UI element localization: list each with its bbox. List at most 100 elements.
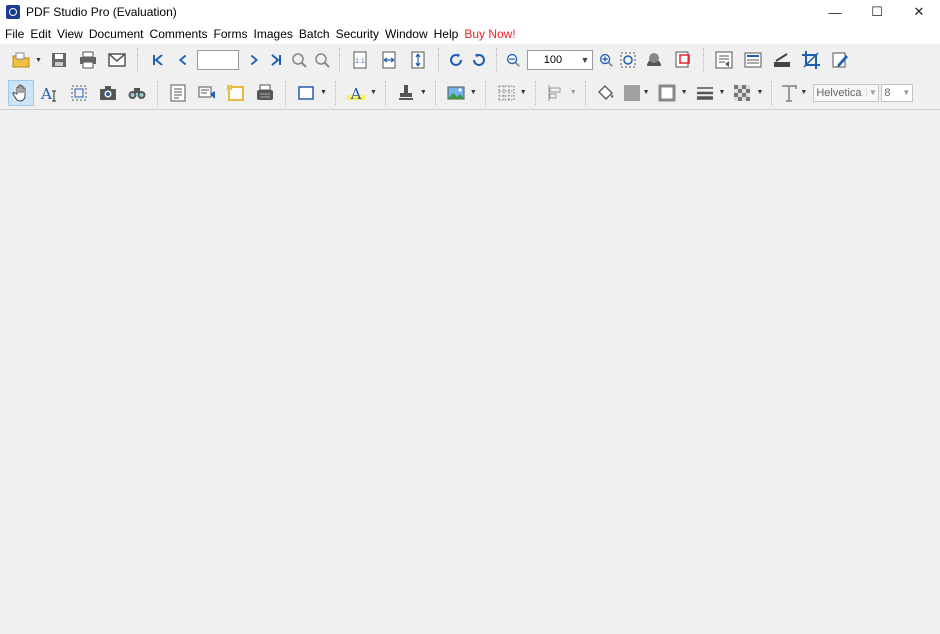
actual-size-button[interactable]: 1:1 bbox=[347, 47, 373, 73]
rectangle-tool-button[interactable] bbox=[293, 80, 319, 106]
highlight-tool-button[interactable]: A bbox=[343, 80, 369, 106]
sticky-note-tool-button[interactable] bbox=[223, 80, 249, 106]
save-button[interactable] bbox=[46, 47, 72, 73]
rotate-counterclockwise-button[interactable] bbox=[469, 47, 489, 73]
crop-button[interactable] bbox=[798, 47, 824, 73]
toolbar-separator bbox=[136, 48, 138, 72]
open-folder-icon bbox=[12, 52, 30, 68]
hand-tool-button[interactable] bbox=[8, 79, 34, 106]
align-dropdown-caret[interactable]: ▼ bbox=[570, 89, 577, 96]
menu-forms[interactable]: Forms bbox=[211, 24, 251, 44]
line-width-button[interactable] bbox=[692, 80, 718, 106]
stamp-dropdown-caret[interactable]: ▼ bbox=[420, 89, 427, 96]
next-view-button[interactable] bbox=[312, 47, 332, 73]
menu-view[interactable]: View bbox=[54, 24, 86, 44]
text-select-tool-button[interactable]: A bbox=[37, 80, 63, 106]
page-number-input[interactable] bbox=[196, 50, 239, 70]
edit-document-icon bbox=[832, 52, 848, 68]
toolbar-separator bbox=[437, 48, 439, 72]
scanner-button[interactable] bbox=[769, 47, 795, 73]
last-page-icon bbox=[271, 54, 281, 66]
open-dropdown-caret[interactable]: ▼ bbox=[35, 57, 42, 64]
image-dropdown-caret[interactable]: ▼ bbox=[470, 89, 477, 96]
previous-page-button[interactable] bbox=[174, 47, 192, 73]
email-button[interactable] bbox=[104, 47, 130, 73]
svg-text:A: A bbox=[40, 85, 52, 103]
menu-window[interactable]: Window bbox=[382, 24, 431, 44]
font-size-combo[interactable]: 8 ▼ bbox=[881, 83, 914, 102]
chevron-down-icon[interactable]: ▼ bbox=[900, 88, 912, 97]
first-page-button[interactable] bbox=[145, 47, 171, 73]
fill-color-swatch[interactable] bbox=[622, 80, 642, 106]
menu-security[interactable]: Security bbox=[333, 24, 382, 44]
menu-help[interactable]: Help bbox=[431, 24, 462, 44]
line-width-dropdown-caret[interactable]: ▼ bbox=[719, 89, 726, 96]
next-page-button[interactable] bbox=[245, 47, 263, 73]
pan-zoom-icon bbox=[675, 51, 690, 68]
border-color-button[interactable] bbox=[654, 80, 680, 106]
text-format-icon bbox=[782, 84, 798, 102]
previous-view-button[interactable] bbox=[289, 47, 309, 73]
font-tool-button[interactable] bbox=[779, 80, 799, 106]
fit-width-button[interactable] bbox=[376, 47, 402, 73]
minimize-button[interactable]: — bbox=[814, 0, 856, 24]
shape-dropdown-caret[interactable]: ▼ bbox=[320, 89, 327, 96]
fit-page-button[interactable] bbox=[405, 47, 431, 73]
text-box-tool-button[interactable] bbox=[194, 80, 220, 106]
menu-batch[interactable]: Batch bbox=[296, 24, 333, 44]
form-fields-icon bbox=[744, 52, 762, 68]
menu-document[interactable]: Document bbox=[86, 24, 147, 44]
edit-content-button[interactable] bbox=[827, 47, 853, 73]
chevron-down-icon[interactable]: ▼ bbox=[866, 88, 878, 97]
font-name-combo[interactable]: Helvetica ▼ bbox=[813, 83, 880, 102]
print-button[interactable] bbox=[75, 47, 101, 73]
opacity-dropdown-caret[interactable]: ▼ bbox=[756, 89, 763, 96]
toolbar-separator bbox=[157, 80, 158, 105]
rotate-clockwise-button[interactable] bbox=[446, 47, 466, 73]
typewriter-icon bbox=[257, 84, 273, 100]
zoom-level-value: 100 bbox=[543, 54, 563, 66]
pdf-studio-app-icon bbox=[6, 5, 20, 19]
menu-edit[interactable]: Edit bbox=[27, 24, 54, 44]
zoom-level-combo[interactable]: 100 ▼ bbox=[526, 50, 593, 70]
last-page-button[interactable] bbox=[266, 47, 286, 73]
menu-comments[interactable]: Comments bbox=[147, 24, 211, 44]
menu-file[interactable]: File bbox=[2, 24, 27, 44]
open-folder-button[interactable] bbox=[8, 47, 34, 73]
magnifier-back-icon bbox=[292, 53, 307, 68]
stamp-tool-button[interactable] bbox=[393, 80, 419, 106]
zoom-in-button[interactable] bbox=[597, 47, 615, 73]
maximize-button[interactable]: ☐ bbox=[856, 0, 898, 24]
search-button[interactable] bbox=[124, 80, 150, 106]
menu-buy-now[interactable]: Buy Now! bbox=[461, 24, 518, 44]
marquee-zoom-button[interactable] bbox=[618, 47, 638, 73]
rectangle-icon bbox=[298, 85, 314, 100]
marquee-zoom-icon bbox=[620, 52, 636, 68]
typewriter-tool-button[interactable] bbox=[252, 80, 278, 106]
image-tool-button[interactable] bbox=[443, 80, 469, 106]
snapshot-button[interactable] bbox=[95, 80, 121, 106]
border-color-dropdown-caret[interactable]: ▼ bbox=[681, 89, 688, 96]
document-workspace[interactable] bbox=[0, 111, 940, 634]
align-button[interactable] bbox=[543, 80, 569, 106]
opacity-button[interactable] bbox=[729, 80, 755, 106]
fill-color-button[interactable] bbox=[593, 80, 619, 106]
menu-images[interactable]: Images bbox=[251, 24, 296, 44]
grid-tool-button[interactable] bbox=[493, 80, 519, 106]
zoom-out-button[interactable] bbox=[504, 47, 522, 73]
close-button[interactable]: ✕ bbox=[898, 0, 940, 24]
markup-dropdown-caret[interactable]: ▼ bbox=[370, 89, 377, 96]
form-fields-button[interactable] bbox=[740, 47, 766, 73]
split-document-button[interactable] bbox=[711, 47, 737, 73]
loupe-button[interactable] bbox=[641, 47, 667, 73]
note-tool-button[interactable] bbox=[165, 80, 191, 106]
checkerboard-opacity-icon bbox=[734, 84, 751, 101]
window-title: PDF Studio Pro (Evaluation) bbox=[26, 5, 177, 19]
area-select-tool-button[interactable] bbox=[66, 80, 92, 106]
fill-color-dropdown-caret[interactable]: ▼ bbox=[643, 89, 650, 96]
grid-dropdown-caret[interactable]: ▼ bbox=[520, 89, 527, 96]
font-tool-dropdown-caret[interactable]: ▼ bbox=[800, 89, 807, 96]
svg-text:1:1: 1:1 bbox=[355, 58, 365, 65]
pan-zoom-button[interactable] bbox=[670, 47, 696, 73]
chevron-down-icon[interactable]: ▼ bbox=[578, 55, 592, 65]
